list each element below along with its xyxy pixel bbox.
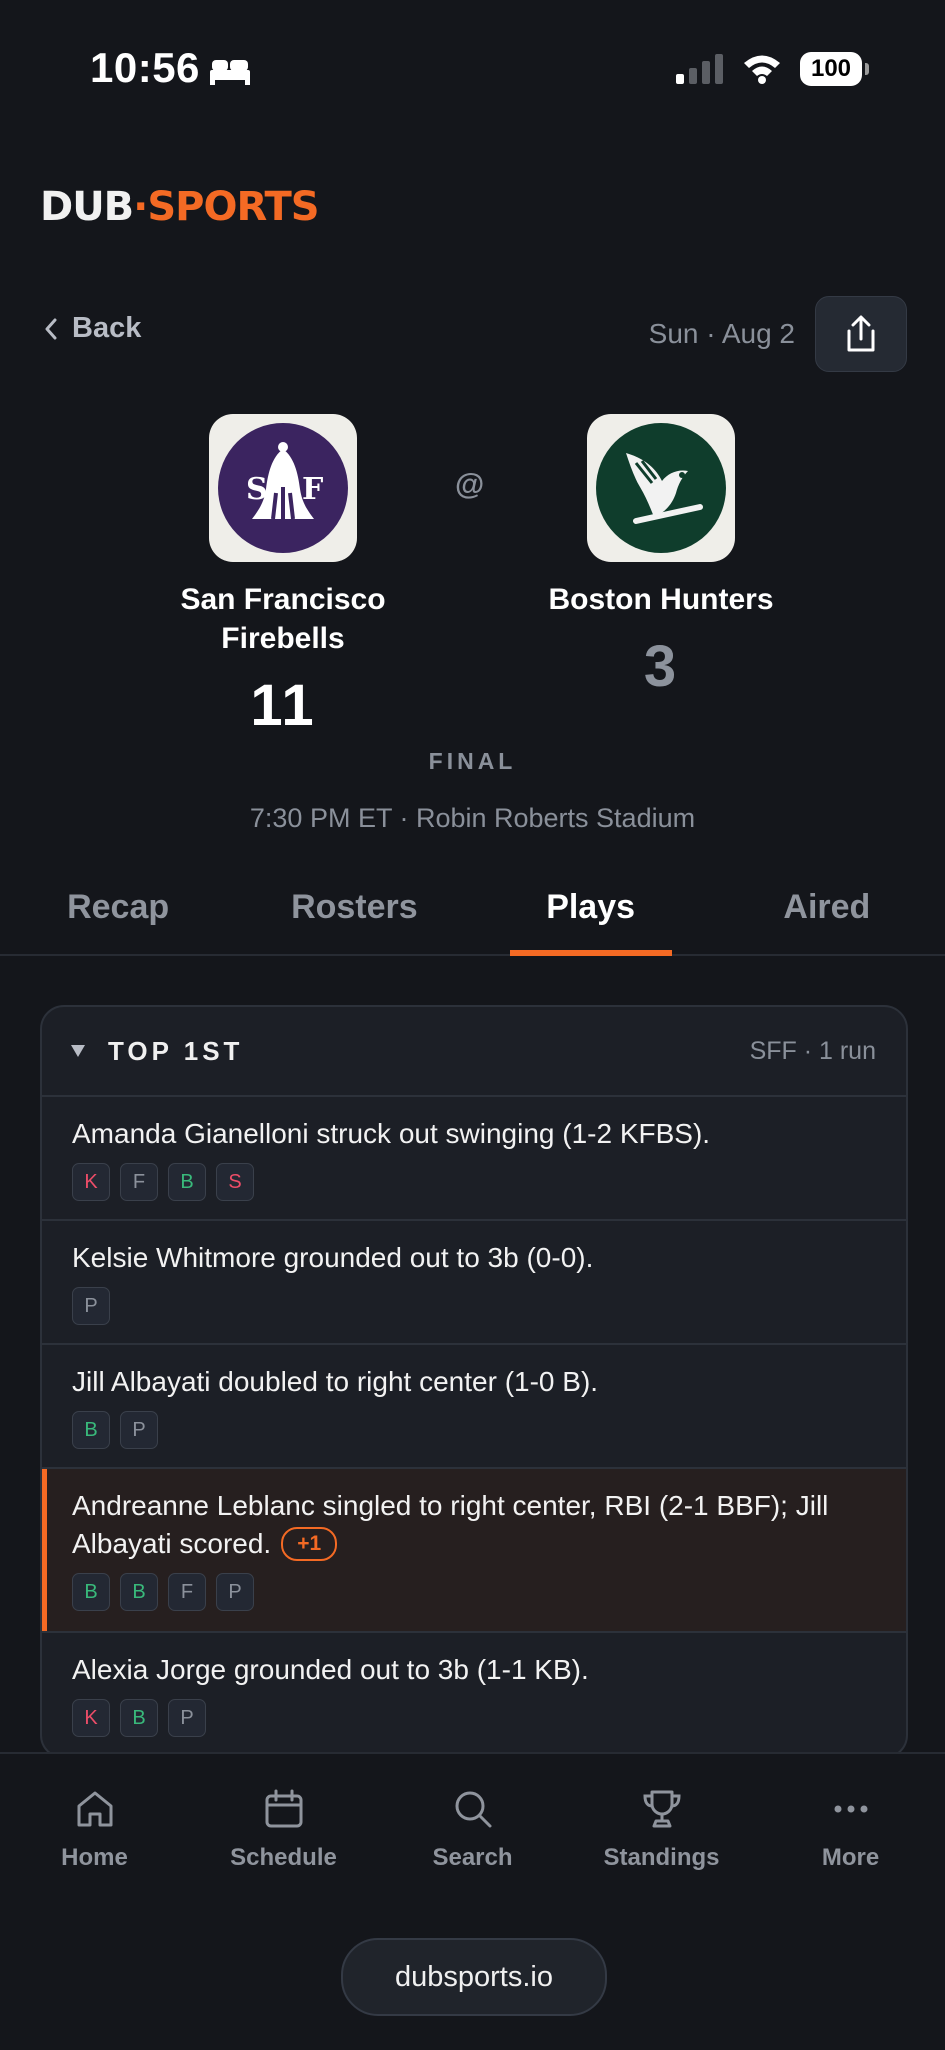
tab-rosters[interactable]: Rosters xyxy=(236,860,472,954)
home-team-name: San Francisco Firebells xyxy=(180,583,386,655)
search-icon xyxy=(455,1791,491,1828)
play-text: Amanda Gianelloni struck out swinging (1… xyxy=(72,1118,711,1149)
battery-indicator: 100 xyxy=(800,52,862,86)
play-text: Alexia Jorge grounded out to 3b (1-1 KB)… xyxy=(72,1654,589,1685)
pitch-sequence: B P xyxy=(72,1411,876,1449)
calendar-icon xyxy=(265,1789,302,1828)
game-date: Sun · Aug 2 xyxy=(648,318,795,349)
play-row[interactable]: Jill Albayati doubled to right center (1… xyxy=(42,1345,906,1469)
plays-card: TOP 1ST SFF · 1 run Amanda Gianelloni st… xyxy=(40,1005,908,1759)
tab-plays[interactable]: Plays xyxy=(473,860,709,956)
nav-search[interactable]: Search xyxy=(378,1788,567,1872)
pitch-chip: B xyxy=(72,1411,110,1449)
tab-aired[interactable]: Aired xyxy=(709,860,945,954)
away-team-logo xyxy=(587,414,735,562)
firebells-logo-circle: S F xyxy=(218,423,348,553)
away-team-name: Boston Hunters xyxy=(548,583,774,616)
home-team-logo: S F xyxy=(209,414,357,562)
nav-search-label: Search xyxy=(432,1844,513,1871)
pitch-chip: F xyxy=(168,1573,206,1611)
trophy-icon xyxy=(642,1790,681,1828)
away-team[interactable]: Boston Hunters 3 xyxy=(496,414,826,700)
brand-logo-separator: · xyxy=(133,184,148,230)
home-team[interactable]: S F San Francisco Firebells 11 xyxy=(118,414,448,739)
play-row-scoring[interactable]: Andreanne Leblanc singled to right cente… xyxy=(42,1469,906,1633)
chevron-left-icon xyxy=(45,318,57,339)
back-button[interactable]: Back xyxy=(44,312,141,345)
brand-logo-part1: DUB xyxy=(40,184,134,230)
play-row[interactable]: Alexia Jorge grounded out to 3b (1-1 KB)… xyxy=(42,1633,906,1755)
game-venue: 7:30 PM ET · Robin Roberts Stadium xyxy=(249,803,696,833)
share-button[interactable] xyxy=(815,296,907,372)
nav-more-label: More xyxy=(821,1844,880,1871)
nav-standings-label: Standings xyxy=(603,1844,720,1871)
battery-nub xyxy=(865,63,869,75)
pitch-chip: K xyxy=(72,1699,110,1737)
home-icon xyxy=(77,1791,112,1827)
pitch-chip: P xyxy=(120,1411,158,1449)
play-row[interactable]: Amanda Gianelloni struck out swinging (1… xyxy=(42,1097,906,1221)
sleep-focus-icon xyxy=(210,60,250,85)
site-url-pill[interactable]: dubsports.io xyxy=(341,1938,607,2016)
tab-recap[interactable]: Recap xyxy=(0,860,236,954)
inning-header[interactable]: TOP 1ST SFF · 1 run xyxy=(42,1007,906,1097)
nav-schedule-label: Schedule xyxy=(230,1844,337,1871)
pitch-sequence: P xyxy=(72,1287,876,1325)
inning-summary: SFF · 1 run xyxy=(749,1036,876,1065)
nav-more[interactable]: More xyxy=(756,1788,945,1872)
home-logo-letter-right: F xyxy=(302,472,323,507)
runs-scored-badge: +1 xyxy=(281,1527,338,1561)
pitch-sequence: K B P xyxy=(72,1699,876,1737)
pitch-chip: P xyxy=(216,1573,254,1611)
play-text-content: Andreanne Leblanc singled to right cente… xyxy=(72,1490,829,1559)
pitch-chip: P xyxy=(168,1699,206,1737)
pitch-sequence: K F B S xyxy=(72,1163,876,1201)
pitch-chip: B xyxy=(168,1163,206,1201)
status-time: 10:56 xyxy=(90,44,200,91)
nav-home[interactable]: Home xyxy=(0,1788,189,1872)
pitch-chip: P xyxy=(72,1287,110,1325)
play-text: Andreanne Leblanc singled to right cente… xyxy=(72,1487,876,1563)
at-symbol: @ xyxy=(455,468,485,501)
game-tabs: Recap Rosters Plays Aired xyxy=(0,860,945,956)
cellular-signal-icon xyxy=(676,54,723,84)
play-row[interactable]: Kelsie Whitmore grounded out to 3b (0-0)… xyxy=(42,1221,906,1345)
game-status: FINAL xyxy=(428,748,517,774)
play-text: Jill Albayati doubled to right center (1… xyxy=(72,1366,599,1397)
nav-standings[interactable]: Standings xyxy=(567,1788,756,1872)
hawk-icon xyxy=(626,453,703,524)
pitch-chip: B xyxy=(120,1699,158,1737)
pitch-chip: S xyxy=(216,1163,254,1201)
bell-icon: S F xyxy=(246,442,323,520)
share-icon xyxy=(847,315,875,352)
away-team-score: 3 xyxy=(643,634,679,699)
hunters-logo-circle xyxy=(596,423,726,553)
brand-logo[interactable]: DUB·SPORTS xyxy=(40,184,320,230)
home-team-score: 11 xyxy=(250,673,316,738)
nav-schedule[interactable]: Schedule xyxy=(189,1788,378,1872)
more-icon xyxy=(834,1805,867,1813)
brand-logo-part2: SPORTS xyxy=(147,184,319,230)
pitch-chip: K xyxy=(72,1163,110,1201)
pitch-chip: F xyxy=(120,1163,158,1201)
pitch-chip: B xyxy=(72,1573,110,1611)
wifi-icon xyxy=(744,55,780,84)
nav-home-label: Home xyxy=(61,1844,128,1871)
inning-title: TOP 1ST xyxy=(108,1035,244,1066)
caret-down-icon xyxy=(71,1045,85,1057)
pitch-sequence: B B F P xyxy=(72,1573,876,1611)
play-text: Kelsie Whitmore grounded out to 3b (0-0)… xyxy=(72,1242,594,1273)
back-label: Back xyxy=(72,312,142,344)
pitch-chip: B xyxy=(120,1573,158,1611)
